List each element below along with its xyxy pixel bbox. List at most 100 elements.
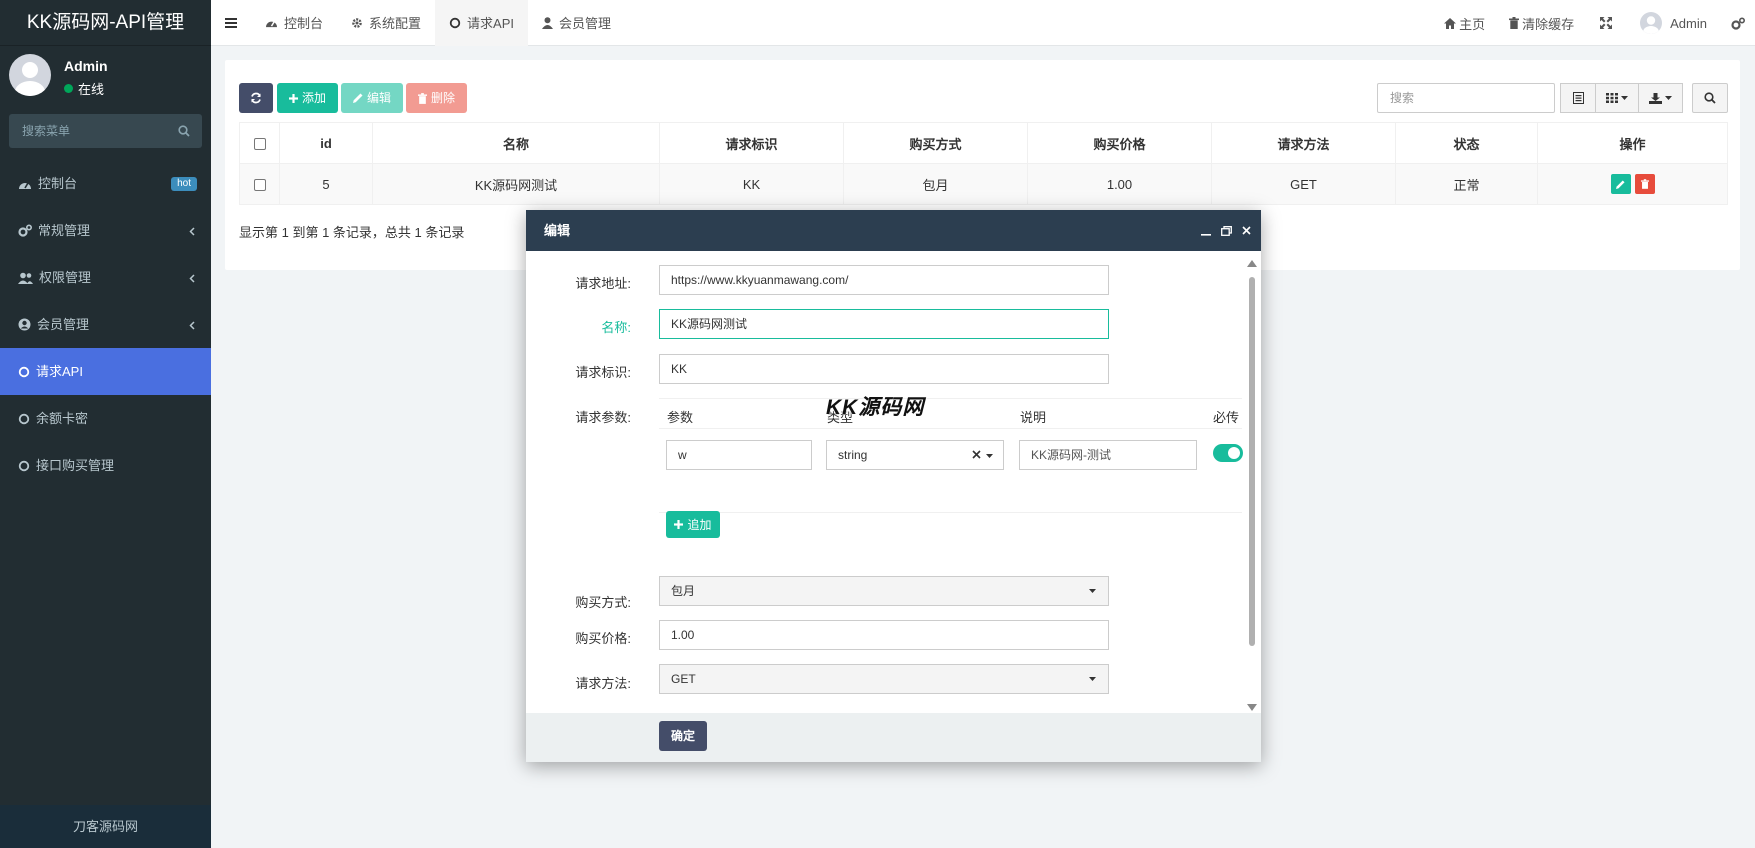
tag-input[interactable]: KK: [659, 354, 1109, 384]
confirm-label: 确定: [670, 729, 695, 743]
cell-id: 5: [279, 163, 373, 205]
close-icon[interactable]: [1242, 226, 1251, 235]
append-param-label: 追加: [687, 517, 712, 532]
caret-down-icon: [1621, 96, 1628, 100]
dialog-scrollbar[interactable]: [1246, 260, 1258, 716]
maximize-icon[interactable]: [1221, 225, 1232, 236]
fullscreen-button[interactable]: [1586, 0, 1626, 46]
avatar: [1640, 12, 1663, 34]
sidebar-menu: 控制台 hot 常规管理 权限管理 会员管理 请求API 余额卡密 接口购买管理: [0, 160, 211, 489]
tab-label: 系统配置: [369, 16, 422, 31]
plus-icon: [288, 93, 298, 103]
watermark: KK源码网: [826, 396, 925, 419]
column-header[interactable]: 购买价格: [1027, 122, 1212, 164]
sidebar-item-general[interactable]: 常规管理: [0, 207, 211, 254]
url-input[interactable]: https://www.kkyuanmawang.com/: [659, 265, 1109, 295]
dialog-header[interactable]: 编辑: [526, 210, 1261, 251]
caret-down-icon: [1089, 677, 1096, 681]
append-param-button[interactable]: 追加: [666, 511, 720, 538]
sidebar-toggle-button[interactable]: [211, 0, 251, 46]
sidebar-item-label: 权限管理: [39, 270, 92, 285]
column-header[interactable]: 购买方式: [843, 122, 1028, 164]
delete-button[interactable]: 删除: [406, 83, 467, 113]
name-input[interactable]: KK源码网测试: [659, 309, 1109, 339]
toggle-view-button[interactable]: [1560, 83, 1596, 113]
trash-icon: [417, 92, 427, 104]
param-type-select[interactable]: string: [826, 440, 1004, 470]
columns-dropdown-button[interactable]: [1595, 83, 1639, 113]
sidebar-item-label: 会员管理: [37, 317, 90, 332]
dialog-footer: 确定: [526, 713, 1261, 762]
dashboard-icon: [18, 178, 32, 190]
param-required-toggle[interactable]: [1213, 444, 1243, 462]
user-panel: Admin 在线: [0, 46, 211, 110]
param-type-value: string: [838, 448, 868, 462]
add-button[interactable]: 添加: [277, 83, 338, 113]
price-input[interactable]: 1.00: [659, 620, 1109, 650]
tab-request-api[interactable]: 请求API: [435, 0, 528, 46]
pencil-icon: [352, 93, 363, 103]
table-row[interactable]: 5 KK源码网测试 KK 包月 1.00 GET 正常: [239, 163, 1728, 205]
sidebar-search-input[interactable]: 搜索菜单: [9, 114, 202, 148]
tab-system-config[interactable]: 系统配置: [337, 0, 435, 46]
buy-type-select[interactable]: 包月: [659, 576, 1109, 606]
sidebar-item-balance-card[interactable]: 余额卡密: [0, 395, 211, 442]
select-all-checkbox[interactable]: [253, 138, 266, 151]
sidebar-item-dashboard[interactable]: 控制台 hot: [0, 160, 211, 207]
add-label: 添加: [301, 91, 326, 105]
list-icon: [1572, 92, 1584, 104]
users-icon: [18, 272, 33, 284]
settings-button[interactable]: [1721, 0, 1755, 46]
column-header[interactable]: 状态: [1395, 122, 1538, 164]
sidebar-item-permissions[interactable]: 权限管理: [0, 254, 211, 301]
edit-button[interactable]: 编辑: [341, 83, 403, 113]
cell-tag: KK: [659, 163, 844, 205]
param-header-required: 必传: [1213, 410, 1240, 425]
method-value: GET: [671, 672, 696, 686]
home-link[interactable]: 主页: [1432, 0, 1497, 46]
table-search-input[interactable]: 搜索: [1377, 83, 1555, 113]
clear-cache-button[interactable]: 清除缓存: [1497, 0, 1586, 46]
clear-icon[interactable]: [972, 450, 981, 459]
tab-label: 请求API: [467, 16, 514, 31]
column-header[interactable]: id: [279, 122, 373, 164]
advanced-search-button[interactable]: [1692, 83, 1728, 113]
cell-price: 1.00: [1027, 163, 1212, 205]
cogs-icon: [1731, 17, 1745, 30]
row-delete-button[interactable]: [1634, 174, 1655, 194]
param-desc-input[interactable]: KK源码网-测试: [1019, 440, 1197, 470]
tab-members[interactable]: 会员管理: [528, 0, 625, 46]
export-dropdown-button[interactable]: [1638, 83, 1683, 113]
column-header[interactable]: 名称: [372, 122, 660, 164]
sidebar-item-members[interactable]: 会员管理: [0, 301, 211, 348]
chevron-left-icon: [189, 274, 195, 283]
scrollbar-thumb[interactable]: [1249, 277, 1255, 646]
tab-dashboard[interactable]: 控制台: [251, 0, 337, 46]
cell-buy-type: 包月: [843, 163, 1028, 205]
param-header-name: 参数: [667, 410, 694, 425]
column-header[interactable]: 请求方法: [1211, 122, 1396, 164]
refresh-button[interactable]: [239, 83, 273, 113]
brand-logo[interactable]: KK源码网-API管理: [0, 0, 211, 46]
row-edit-button[interactable]: [1610, 174, 1631, 194]
topbar-right: 主页 清除缓存 Admin: [1432, 0, 1755, 46]
params-label: 请求参数:: [575, 410, 631, 425]
sidebar: KK源码网-API管理 Admin 在线 搜索菜单 控制台 hot 常规管理 权…: [0, 0, 211, 848]
plus-icon: [674, 520, 684, 529]
search-icon[interactable]: [178, 125, 190, 137]
param-name-input[interactable]: w: [666, 440, 812, 470]
scroll-down-icon[interactable]: [1247, 704, 1257, 711]
admin-user-menu[interactable]: Admin: [1626, 0, 1721, 46]
trash-icon: [1509, 17, 1520, 29]
sidebar-item-api-purchase[interactable]: 接口购买管理: [0, 442, 211, 489]
sidebar-item-request-api[interactable]: 请求API: [0, 348, 211, 395]
user-name: Admin: [64, 58, 108, 74]
row-checkbox[interactable]: [253, 179, 266, 192]
minimize-icon[interactable]: [1201, 226, 1211, 236]
method-select[interactable]: GET: [659, 664, 1109, 694]
scroll-up-icon[interactable]: [1247, 260, 1257, 267]
online-dot-icon: [64, 84, 73, 93]
pencil-icon: [1616, 179, 1625, 189]
column-header[interactable]: 请求标识: [659, 122, 844, 164]
confirm-button[interactable]: 确定: [659, 721, 707, 751]
